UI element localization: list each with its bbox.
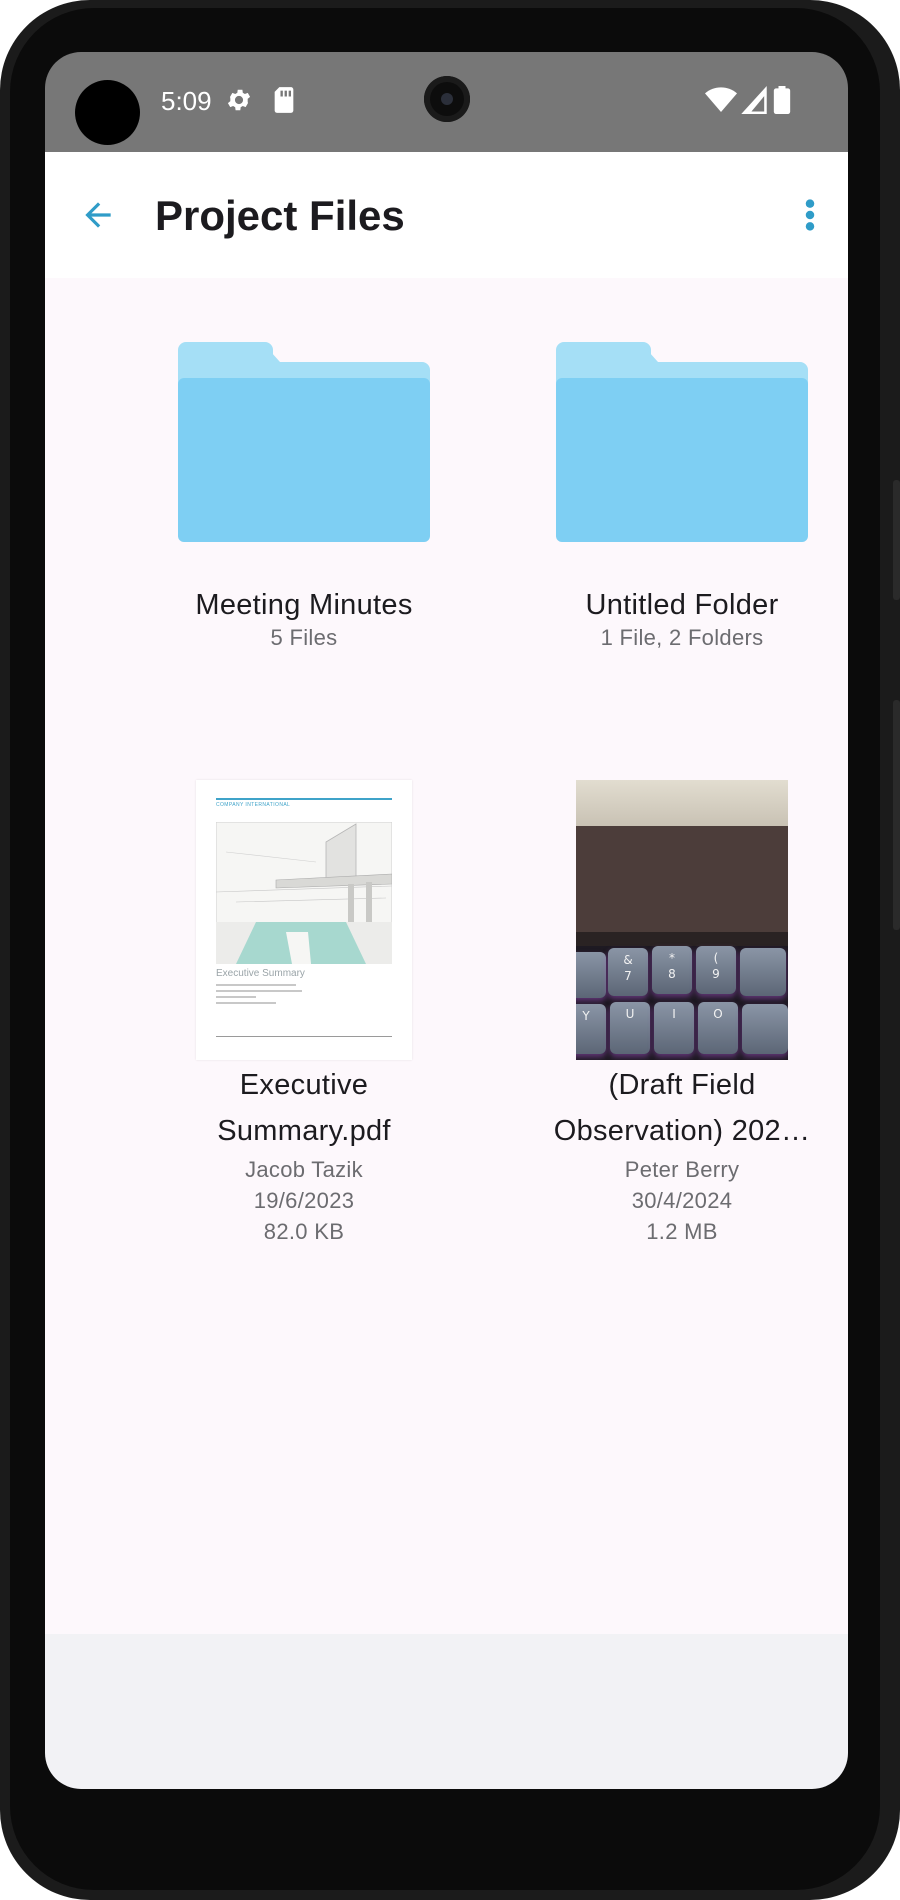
file-item[interactable]: & 7 * 8( 9 YUIO (Draft Field Observation) … <box>502 780 848 1247</box>
item-name: (Draft Field <box>608 1069 756 1101</box>
photo-thumbnail: & 7 * 8( 9 YUIO <box>576 780 788 1060</box>
key-cap: O <box>698 1002 738 1054</box>
key-cap: ( 9 <box>696 946 736 994</box>
volume-button <box>893 700 900 930</box>
item-name-line2: Summary.pdf <box>217 1115 391 1147</box>
thumb-header: COMPANY INTERNATIONAL <box>216 802 291 808</box>
item-owner: Peter Berry <box>624 1157 740 1182</box>
back-button[interactable] <box>73 190 123 240</box>
thumb-heading: Executive Summary <box>216 968 305 979</box>
pdf-thumbnail: COMPANY INTERNATIONAL Executive Summary <box>196 780 412 1060</box>
signal-icon <box>741 86 767 114</box>
screen: 5:09 Project Files Meeting Minutes 5 Fil… <box>45 52 848 1789</box>
item-meta: 1 File, 2 Folders <box>600 625 764 650</box>
sd-card-icon <box>273 86 295 114</box>
app-bar: Project Files <box>45 152 848 278</box>
item-name-line2: Observation) 202… <box>553 1115 811 1147</box>
folder-item[interactable]: Meeting Minutes 5 Files <box>124 342 484 653</box>
key-cap <box>740 948 786 996</box>
bottom-area <box>45 1634 848 1789</box>
wifi-icon <box>705 86 737 114</box>
settings-icon <box>225 86 253 114</box>
more-options-button[interactable] <box>785 190 835 240</box>
battery-icon <box>773 86 791 114</box>
key-cap: U <box>610 1002 650 1054</box>
item-owner: Jacob Tazik <box>245 1157 363 1182</box>
folder-icon <box>556 342 808 542</box>
item-name: Executive <box>239 1069 369 1101</box>
more-vert-icon <box>805 199 815 231</box>
page-title: Project Files <box>155 192 405 239</box>
camera-cutout <box>75 80 140 145</box>
key-cap: Y <box>576 1004 606 1054</box>
item-meta: 5 Files <box>270 625 338 650</box>
status-bar: 5:09 <box>45 52 848 152</box>
item-date: 19/6/2023 <box>253 1188 355 1213</box>
file-item[interactable]: COMPANY INTERNATIONAL Executive Summary <box>124 780 484 1247</box>
file-grid: Meeting Minutes 5 Files Untitled Folder … <box>45 278 848 1634</box>
power-button <box>893 480 900 600</box>
key-cap: & 7 <box>608 948 648 996</box>
key-cap <box>742 1004 788 1054</box>
front-camera <box>424 76 470 122</box>
status-time: 5:09 <box>161 86 212 116</box>
folder-icon <box>178 342 430 542</box>
key-cap: I <box>654 1002 694 1054</box>
item-size: 82.0 KB <box>263 1219 345 1244</box>
item-size: 1.2 MB <box>646 1219 718 1244</box>
arrow-back-icon <box>85 202 111 228</box>
key-cap <box>576 952 606 998</box>
architecture-sketch <box>216 822 392 964</box>
item-date: 30/4/2024 <box>631 1188 733 1213</box>
folder-item[interactable]: Untitled Folder 1 File, 2 Folders <box>502 342 848 653</box>
key-cap: * 8 <box>652 946 692 994</box>
